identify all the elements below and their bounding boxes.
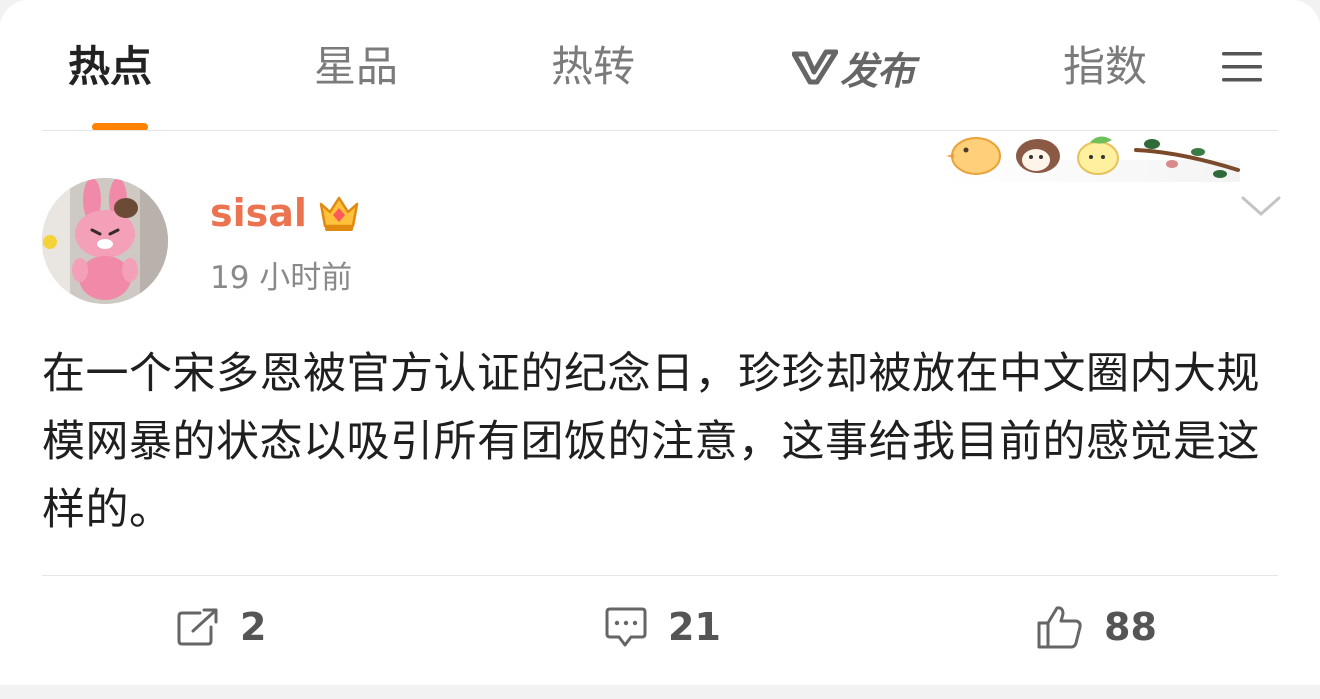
hedgehog-sticker-icon <box>1016 139 1060 173</box>
like-button[interactable]: 88 <box>1036 600 1157 654</box>
like-count: 88 <box>1104 605 1157 649</box>
repost-count: 2 <box>240 605 267 649</box>
pink-bunny-avatar-icon <box>42 178 168 304</box>
tab-v-publish-label: 发布 <box>840 48 915 93</box>
card-decoration-stickers <box>940 136 1240 182</box>
post-body-text: 在一个宋多恩被官方认证的纪念日，珍珍却被放在中文圈内大规模网暴的状态以吸引所有团… <box>42 349 1260 535</box>
tab-hot-reposts[interactable]: 热转 <box>551 38 635 96</box>
comment-count: 21 <box>668 605 721 649</box>
comment-button[interactable]: 21 <box>604 600 721 654</box>
avatar[interactable] <box>42 178 168 304</box>
chevron-down-icon[interactable] <box>1240 194 1282 218</box>
repost-button[interactable]: 2 <box>176 600 266 654</box>
crown-icon <box>319 196 359 231</box>
leaf-chick-sticker-icon <box>1077 136 1119 175</box>
v-logo-icon <box>792 49 838 85</box>
repost-icon <box>177 608 218 646</box>
post-timestamp: 19 小时前 <box>210 260 353 296</box>
action-bar-divider <box>42 575 1278 576</box>
tab-hot[interactable]: 热点 <box>68 38 152 96</box>
post-card: 热点 星品 热转 发布 指数 sisal 19 小时前 在一个宋多恩被官方认证的… <box>0 0 1320 685</box>
tab-star-products[interactable]: 星品 <box>314 38 398 96</box>
thumbs-up-icon <box>1037 606 1082 649</box>
hamburger-menu-icon[interactable] <box>1220 50 1264 84</box>
tab-index[interactable]: 指数 <box>1063 38 1147 96</box>
comment-icon <box>605 607 647 647</box>
username[interactable]: sisal <box>210 188 307 238</box>
tab-v-publish[interactable]: 发布 <box>792 42 915 93</box>
